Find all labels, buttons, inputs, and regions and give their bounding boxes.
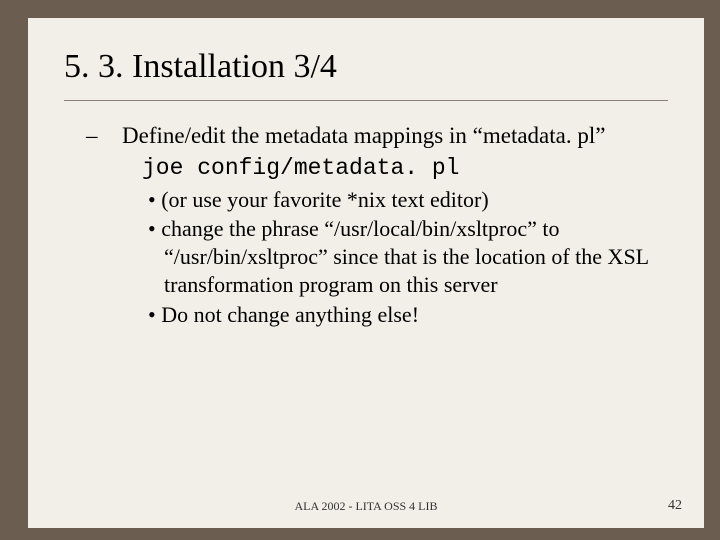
bullet-item: Do not change anything else! xyxy=(148,301,668,329)
slide: 5. 3. Installation 3/4 –Define/edit the … xyxy=(28,18,704,528)
code-line: joe config/metadata. pl xyxy=(104,154,668,183)
slide-body: –Define/edit the metadata mappings in “m… xyxy=(64,121,668,329)
slide-title: 5. 3. Installation 3/4 xyxy=(64,48,668,86)
dash-item-text: Define/edit the metadata mappings in “me… xyxy=(122,123,605,148)
bullet-item: (or use your favorite *nix text editor) xyxy=(148,186,668,214)
footer-text: ALA 2002 - LITA OSS 4 LIB xyxy=(28,499,704,514)
title-divider xyxy=(64,100,668,101)
dash-bullet: – xyxy=(104,121,122,150)
page-number: 42 xyxy=(668,498,682,514)
bullet-item: change the phrase “/usr/local/bin/xsltpr… xyxy=(148,215,668,299)
bullet-list: (or use your favorite *nix text editor) … xyxy=(104,186,668,329)
dash-list-item: –Define/edit the metadata mappings in “m… xyxy=(104,121,668,150)
